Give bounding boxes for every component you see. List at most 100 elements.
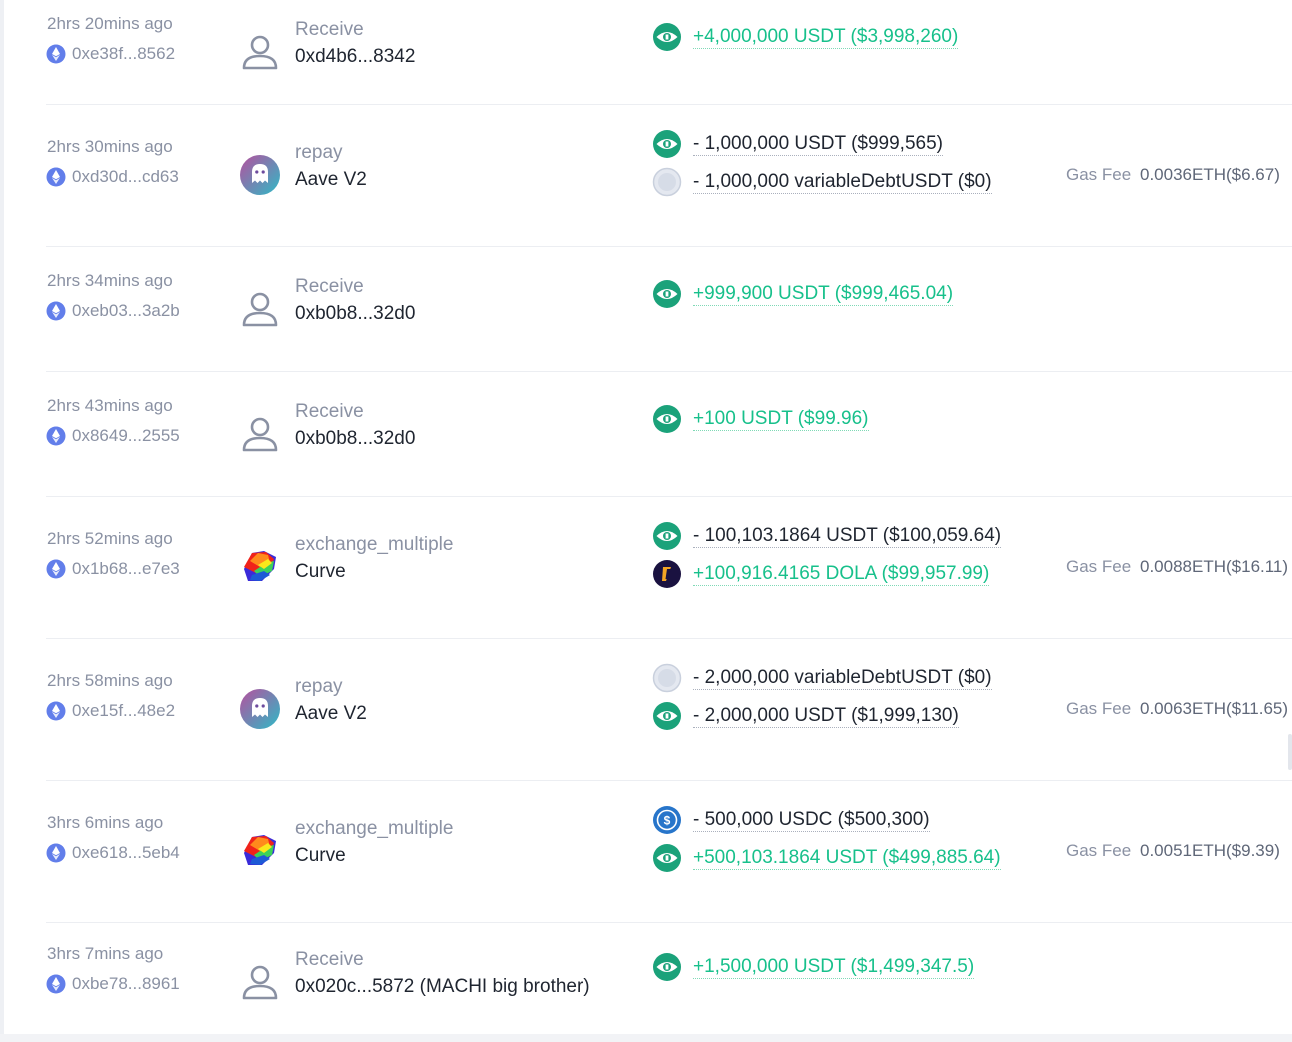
transaction-row[interactable]: 3hrs 6mins ago 0xe618...5eb4 exchange_mult…: [46, 780, 1292, 923]
usdt-token-icon: [652, 129, 682, 159]
transaction-time: 2hrs 30mins ago: [47, 137, 173, 156]
usdt-token-icon: [652, 404, 682, 434]
transaction-hash-link[interactable]: 0xe618...5eb4: [46, 843, 180, 863]
transaction-hash-link[interactable]: 0xeb03...3a2b: [46, 301, 180, 321]
token-amount[interactable]: +100,916.4165 DOLA ($99,957.99): [693, 562, 990, 586]
token-amount[interactable]: +100 USDT ($99.96): [693, 407, 869, 431]
curve-logo: [240, 831, 280, 871]
transaction-type: Receive: [295, 275, 364, 297]
usdt-token-icon: [652, 843, 682, 873]
counterparty-link[interactable]: 0xb0b8...32d0: [295, 303, 415, 325]
ethereum-icon: [46, 167, 66, 187]
transaction-row[interactable]: 2hrs 43mins ago 0x8649...2555 Receive 0xb0b…: [46, 371, 1292, 497]
transaction-row[interactable]: 3hrs 7mins ago 0xbe78...8961 Receive 0x020c…: [46, 922, 1292, 1042]
transaction-time: 2hrs 34mins ago: [47, 270, 173, 290]
usdc-token-icon: $: [652, 805, 682, 835]
token-amount[interactable]: +4,000,000 USDT ($3,998,260): [693, 25, 959, 49]
transaction-hash-link[interactable]: 0x1b68...e7e3: [46, 559, 180, 579]
token-change[interactable]: - 1,000,000 USDT ($999,565): [652, 129, 943, 159]
counterparty-link[interactable]: Aave V2: [295, 169, 367, 191]
gas-fee-label: Gas Fee: [1066, 557, 1132, 576]
gas-fee-label: Gas Fee: [1066, 699, 1132, 718]
token-change[interactable]: +100,916.4165 DOLA ($99,957.99): [652, 559, 990, 589]
gas-fee-label: Gas Fee: [1066, 165, 1132, 184]
ethereum-icon: [46, 426, 66, 446]
user-icon: [240, 289, 280, 329]
counterparty-link[interactable]: Curve: [295, 561, 346, 583]
transaction-hash: 0xe618...5eb4: [72, 843, 180, 862]
token-change[interactable]: - 2,000,000 USDT ($1,999,130): [652, 701, 959, 731]
aave-logo: [240, 155, 280, 195]
transaction-type: Receive: [295, 19, 364, 40]
transaction-hash: 0xeb03...3a2b: [72, 300, 180, 320]
gas-fee-label: Gas Fee: [1066, 841, 1132, 860]
transaction-row[interactable]: 2hrs 34mins ago 0xeb03...3a2b Receive 0xb0b…: [46, 246, 1292, 372]
ethereum-icon: [46, 44, 66, 64]
token-amount[interactable]: - 2,000,000 variableDebtUSDT ($0): [693, 666, 992, 690]
transaction-hash: 0x8649...2555: [72, 425, 180, 445]
transaction-hash-link[interactable]: 0xe38f...8562: [46, 44, 175, 64]
bottom-border: [0, 1034, 1292, 1042]
ethereum-icon: [46, 301, 66, 321]
dola-token-icon: [652, 559, 682, 589]
transaction-type: Receive: [295, 400, 364, 422]
transaction-row[interactable]: 2hrs 52mins ago 0x1b68...e7e3 exchange_mul…: [46, 496, 1292, 639]
gas-fee-value: 0.0063ETH($11.65): [1140, 699, 1289, 718]
token-change[interactable]: - 2,000,000 variableDebtUSDT ($0): [652, 663, 992, 693]
token-amount[interactable]: - 1,000,000 variableDebtUSDT ($0): [693, 170, 992, 194]
token-amount[interactable]: - 2,000,000 USDT ($1,999,130): [693, 704, 959, 728]
token-change[interactable]: - 1,000,000 variableDebtUSDT ($0): [652, 167, 992, 197]
ethereum-icon: [46, 974, 66, 994]
transaction-time: 3hrs 6mins ago: [47, 813, 164, 832]
counterparty-link[interactable]: 0xd4b6...8342: [295, 46, 415, 68]
transaction-hash-link[interactable]: 0x8649...2555: [46, 426, 180, 446]
token-change[interactable]: +500,103.1864 USDT ($499,885.64): [652, 843, 1001, 873]
token-change[interactable]: +1,500,000 USDT ($1,499,347.5): [652, 952, 975, 982]
transaction-hash-link[interactable]: 0xd30d...cd63: [46, 167, 179, 187]
transaction-row[interactable]: 2hrs 58mins ago 0xe15f...48e2 repay Aave V2…: [46, 638, 1292, 781]
token-change[interactable]: +100 USDT ($99.96): [652, 404, 869, 434]
transaction-hash-link[interactable]: 0xbe78...8961: [46, 974, 180, 994]
user-icon: [240, 414, 280, 454]
token-amount[interactable]: - 100,103.1864 USDT ($100,059.64): [693, 524, 1002, 548]
ethereum-icon: [46, 701, 66, 721]
aave-logo: [240, 689, 280, 729]
svg-text:$: $: [664, 814, 671, 828]
scrollbar[interactable]: [1288, 734, 1292, 770]
usdt-token-icon: [652, 952, 682, 982]
transaction-hash-link[interactable]: 0xe15f...48e2: [46, 701, 175, 721]
token-amount[interactable]: +500,103.1864 USDT ($499,885.64): [693, 846, 1001, 870]
transaction-type: repay: [295, 142, 343, 163]
transaction-time: 3hrs 7mins ago: [47, 944, 164, 963]
transaction-type: exchange_multiple: [295, 818, 454, 839]
usdt-token-icon: [652, 521, 682, 551]
transaction-time: 2hrs 43mins ago: [47, 395, 173, 415]
user-icon: [240, 32, 280, 72]
transaction-hash: 0xd30d...cd63: [72, 167, 179, 186]
counterparty-link[interactable]: 0xb0b8...32d0: [295, 428, 415, 450]
counterparty-link[interactable]: 0x020c...5872 (MACHI big brother): [295, 976, 590, 998]
transaction-type: exchange_multiple: [295, 534, 454, 555]
transaction-row[interactable]: 2hrs 20mins ago 0xe38f...8562 Receive 0xd4b…: [46, 0, 1292, 105]
debt-token-icon: [652, 167, 682, 197]
transaction-time: 2hrs 52mins ago: [47, 529, 173, 548]
transaction-hash: 0xbe78...8961: [72, 974, 180, 993]
token-change[interactable]: +4,000,000 USDT ($3,998,260): [652, 22, 959, 52]
token-amount[interactable]: - 1,000,000 USDT ($999,565): [693, 132, 943, 156]
token-amount[interactable]: - 500,000 USDC ($500,300): [693, 808, 930, 832]
token-amount[interactable]: +1,500,000 USDT ($1,499,347.5): [693, 955, 975, 979]
transaction-hash: 0x1b68...e7e3: [72, 559, 180, 578]
transaction-row[interactable]: 2hrs 30mins ago 0xd30d...cd63 repay Aave V2…: [46, 104, 1292, 247]
token-change[interactable]: $ - 500,000 USDC ($500,300): [652, 805, 930, 835]
transaction-hash: 0xe15f...48e2: [72, 701, 176, 720]
token-change[interactable]: - 100,103.1864 USDT ($100,059.64): [652, 521, 1002, 551]
token-amount[interactable]: +999,900 USDT ($999,465.04): [693, 282, 954, 306]
transaction-type: Receive: [295, 949, 364, 970]
transaction-time: 2hrs 58mins ago: [47, 671, 173, 690]
transaction-time: 2hrs 20mins ago: [47, 14, 173, 33]
counterparty-link[interactable]: Aave V2: [295, 703, 367, 725]
token-change[interactable]: +999,900 USDT ($999,465.04): [652, 279, 954, 309]
transaction-hash: 0xe38f...8562: [72, 44, 176, 63]
transaction-type: repay: [295, 676, 343, 697]
counterparty-link[interactable]: Curve: [295, 845, 346, 867]
